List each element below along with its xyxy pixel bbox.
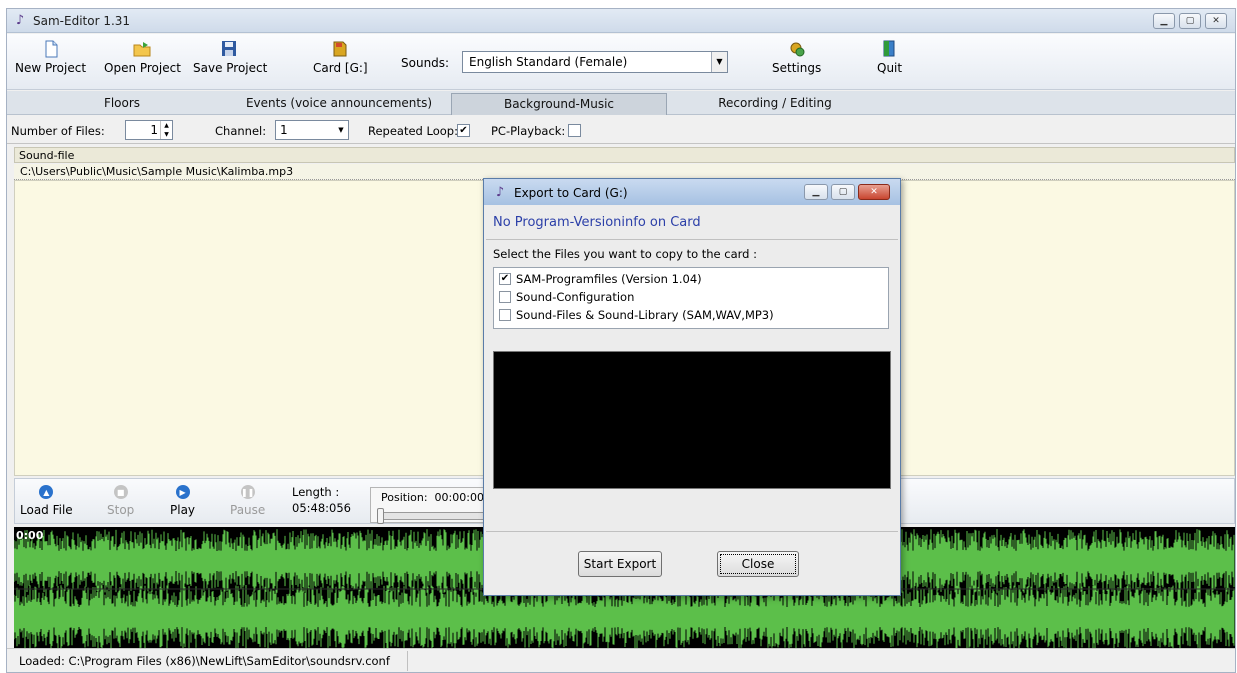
export-log-console: [493, 351, 891, 489]
eject-icon: ▲: [39, 485, 54, 499]
position-slider-thumb[interactable]: [377, 508, 384, 524]
maximize-icon: ▢: [838, 187, 848, 197]
stop-icon: ■: [113, 485, 128, 499]
chevron-down-icon: ▼: [338, 126, 344, 134]
stop-button[interactable]: ■ Stop: [107, 485, 134, 517]
dialog-maximize-button[interactable]: ▢: [831, 184, 855, 200]
tab-recording-editing[interactable]: Recording / Editing: [667, 93, 883, 115]
pause-icon: ❚❚: [240, 485, 255, 499]
length-display: Length : 05:48:056: [292, 484, 351, 516]
tab-events[interactable]: Events (voice announcements): [227, 93, 451, 115]
start-export-button[interactable]: Start Export: [578, 551, 662, 577]
close-button[interactable]: Close: [717, 551, 799, 577]
settings-button[interactable]: Settings: [772, 40, 821, 75]
minimize-button[interactable]: ▁: [1153, 13, 1175, 29]
dialog-close-x-button[interactable]: ✕: [858, 184, 890, 200]
channel-value: 1: [280, 123, 288, 137]
stepper-arrows-icon[interactable]: ▲ ▼: [160, 121, 172, 139]
dialog-minimize-button[interactable]: ▁: [804, 184, 828, 200]
tab-bar: Floors Events (voice announcements) Back…: [7, 91, 1235, 115]
num-files-label: Number of Files:: [11, 124, 105, 138]
position-label: Position:: [381, 491, 428, 504]
close-window-button[interactable]: ✕: [1205, 13, 1227, 29]
status-text: Loaded: C:\Program Files (x86)\NewLift\S…: [19, 654, 390, 668]
memory-card-icon: [333, 41, 347, 57]
pc-playback-label: PC-Playback:: [491, 124, 566, 138]
open-folder-icon: [133, 42, 151, 57]
position-slider-track[interactable]: [379, 512, 497, 520]
sounds-label: Sounds:: [401, 56, 450, 70]
minimize-icon: ▁: [1160, 16, 1168, 26]
length-label: Length :: [292, 485, 340, 499]
num-files-value: 1: [150, 123, 158, 137]
length-value: 05:48:056: [292, 501, 351, 515]
options-bar: Number of Files: 1 ▲ ▼ Channel: 1 ▼ Repea…: [7, 116, 1235, 144]
title-bar: ♪ Sam-Editor 1.31 ▁ ▢ ✕: [7, 9, 1235, 33]
checkbox[interactable]: ✔: [499, 273, 511, 285]
sounds-dropdown[interactable]: English Standard (Female) ▼: [462, 51, 728, 73]
channel-label: Channel:: [215, 124, 267, 138]
open-project-button[interactable]: Open Project: [104, 40, 181, 75]
pc-playback-checkbox[interactable]: [568, 124, 581, 137]
divider: [486, 239, 898, 240]
maximize-button[interactable]: ▢: [1179, 13, 1201, 29]
export-file-list: ✔ SAM-Programfiles (Version 1.04) Sound-…: [493, 267, 889, 329]
save-disk-icon: [222, 41, 237, 56]
play-icon: ▶: [175, 485, 190, 499]
checkbox[interactable]: [499, 309, 511, 321]
minimize-icon: ▁: [812, 187, 820, 197]
load-file-button[interactable]: ▲ Load File: [20, 485, 73, 517]
dialog-title-bar: ♪ Export to Card (G:) ▁ ▢ ✕: [484, 179, 900, 205]
position-box: Position: 00:00:00: [370, 487, 500, 524]
sounds-selected-value: English Standard (Female): [469, 55, 628, 69]
tab-floors[interactable]: Floors: [17, 93, 227, 115]
maximize-icon: ▢: [1185, 16, 1195, 26]
file-option-sound-configuration[interactable]: Sound-Configuration: [499, 288, 883, 306]
card-button[interactable]: Card [G:]: [313, 40, 368, 75]
repeated-loop-label: Repeated Loop:: [368, 124, 458, 138]
position-value: 00:00:00: [434, 491, 484, 504]
repeated-loop-checkbox[interactable]: ✔: [457, 124, 470, 137]
exit-door-icon: [883, 40, 895, 57]
app-logo-icon: ♪: [15, 13, 25, 28]
status-bar: Loaded: C:\Program Files (x86)\NewLift\S…: [7, 648, 1235, 672]
new-document-icon: [45, 40, 58, 58]
save-project-button[interactable]: Save Project: [193, 40, 267, 75]
chevron-down-icon: ▼: [711, 52, 727, 72]
file-option-sound-files[interactable]: Sound-Files & Sound-Library (SAM,WAV,MP3…: [499, 306, 883, 324]
toolbar: New Project Open Project Save Project Ca…: [7, 34, 1235, 90]
dialog-title: Export to Card (G:): [514, 186, 628, 200]
close-icon: ✕: [1212, 16, 1220, 26]
file-option-programfiles[interactable]: ✔ SAM-Programfiles (Version 1.04): [499, 270, 883, 288]
sound-file-column-header[interactable]: Sound-file: [14, 147, 1235, 163]
tab-background-music[interactable]: Background-Music: [451, 93, 667, 115]
version-info-note: No Program-Versioninfo on Card: [493, 215, 701, 230]
channel-dropdown[interactable]: 1 ▼: [275, 120, 349, 140]
close-icon: ✕: [870, 187, 878, 197]
app-logo-icon: ♪: [495, 185, 505, 200]
settings-icon: [790, 42, 805, 57]
num-files-stepper[interactable]: 1 ▲ ▼: [125, 120, 173, 140]
pause-button[interactable]: ❚❚ Pause: [230, 485, 265, 517]
checkbox[interactable]: [499, 291, 511, 303]
quit-button[interactable]: Quit: [877, 40, 902, 75]
status-divider: [407, 651, 408, 671]
window-title: Sam-Editor 1.31: [33, 14, 131, 28]
divider: [486, 531, 898, 532]
waveform-position: 0:00: [16, 529, 44, 542]
select-files-label: Select the Files you want to copy to the…: [493, 247, 758, 261]
new-project-button[interactable]: New Project: [15, 40, 86, 75]
play-button[interactable]: ▶ Play: [170, 485, 195, 517]
export-dialog: ♪ Export to Card (G:) ▁ ▢ ✕ No Program-V…: [483, 178, 901, 596]
